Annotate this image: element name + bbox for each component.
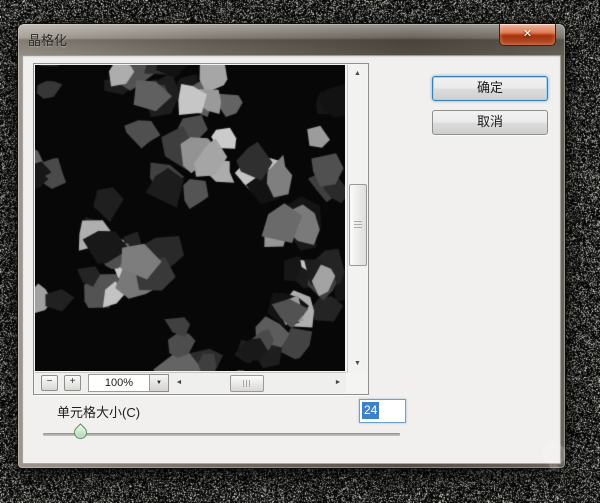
crystallize-dialog: 晶格化 ✕ ▲ ▼ − + xyxy=(18,24,565,468)
cell-size-input[interactable]: 24 xyxy=(359,399,406,423)
plus-icon: + xyxy=(70,376,76,387)
cell-size-slider-thumb[interactable] xyxy=(71,423,89,441)
zoom-level-display[interactable]: 100% xyxy=(88,374,150,392)
screenshot-stage: 晶格化 ✕ ▲ ▼ − + xyxy=(0,0,600,503)
preview-image[interactable] xyxy=(35,65,345,371)
ok-button[interactable]: 确定 xyxy=(432,76,548,101)
horizontal-scrollbar-thumb[interactable] xyxy=(230,375,264,392)
scroll-right-icon[interactable]: ► xyxy=(332,373,344,393)
close-icon: ✕ xyxy=(523,28,532,40)
cell-size-slider-track[interactable] xyxy=(43,433,400,436)
scroll-down-icon[interactable]: ▼ xyxy=(348,357,367,371)
zoom-dropdown-button[interactable]: ▼ xyxy=(150,374,169,392)
scroll-left-icon[interactable]: ◄ xyxy=(173,373,185,393)
preview-zoom-bar: − + 100% ▼ ◄ ► xyxy=(35,372,346,393)
minus-icon: − xyxy=(47,376,53,387)
vertical-scrollbar[interactable]: ▲ ▼ xyxy=(347,65,367,373)
scroll-up-icon[interactable]: ▲ xyxy=(348,67,367,81)
dialog-titlebar[interactable]: 晶格化 ✕ xyxy=(18,24,565,55)
dialog-body: ▲ ▼ − + 100% ▼ ◄ xyxy=(22,55,561,464)
zoom-out-button[interactable]: − xyxy=(41,375,58,391)
horizontal-scrollbar[interactable]: ◄ ► xyxy=(173,373,346,393)
cell-size-label: 单元格大小(C) xyxy=(57,402,140,421)
chevron-down-icon: ▼ xyxy=(156,380,162,386)
zoom-in-button[interactable]: + xyxy=(64,375,81,391)
vertical-scrollbar-thumb[interactable] xyxy=(349,184,367,266)
close-button[interactable]: ✕ xyxy=(499,24,556,46)
filter-preview-panel: ▲ ▼ − + 100% ▼ ◄ xyxy=(33,63,369,395)
cell-size-value: 24 xyxy=(362,402,379,419)
cancel-button[interactable]: 取消 xyxy=(432,110,548,135)
dialog-title: 晶格化 xyxy=(28,30,67,49)
